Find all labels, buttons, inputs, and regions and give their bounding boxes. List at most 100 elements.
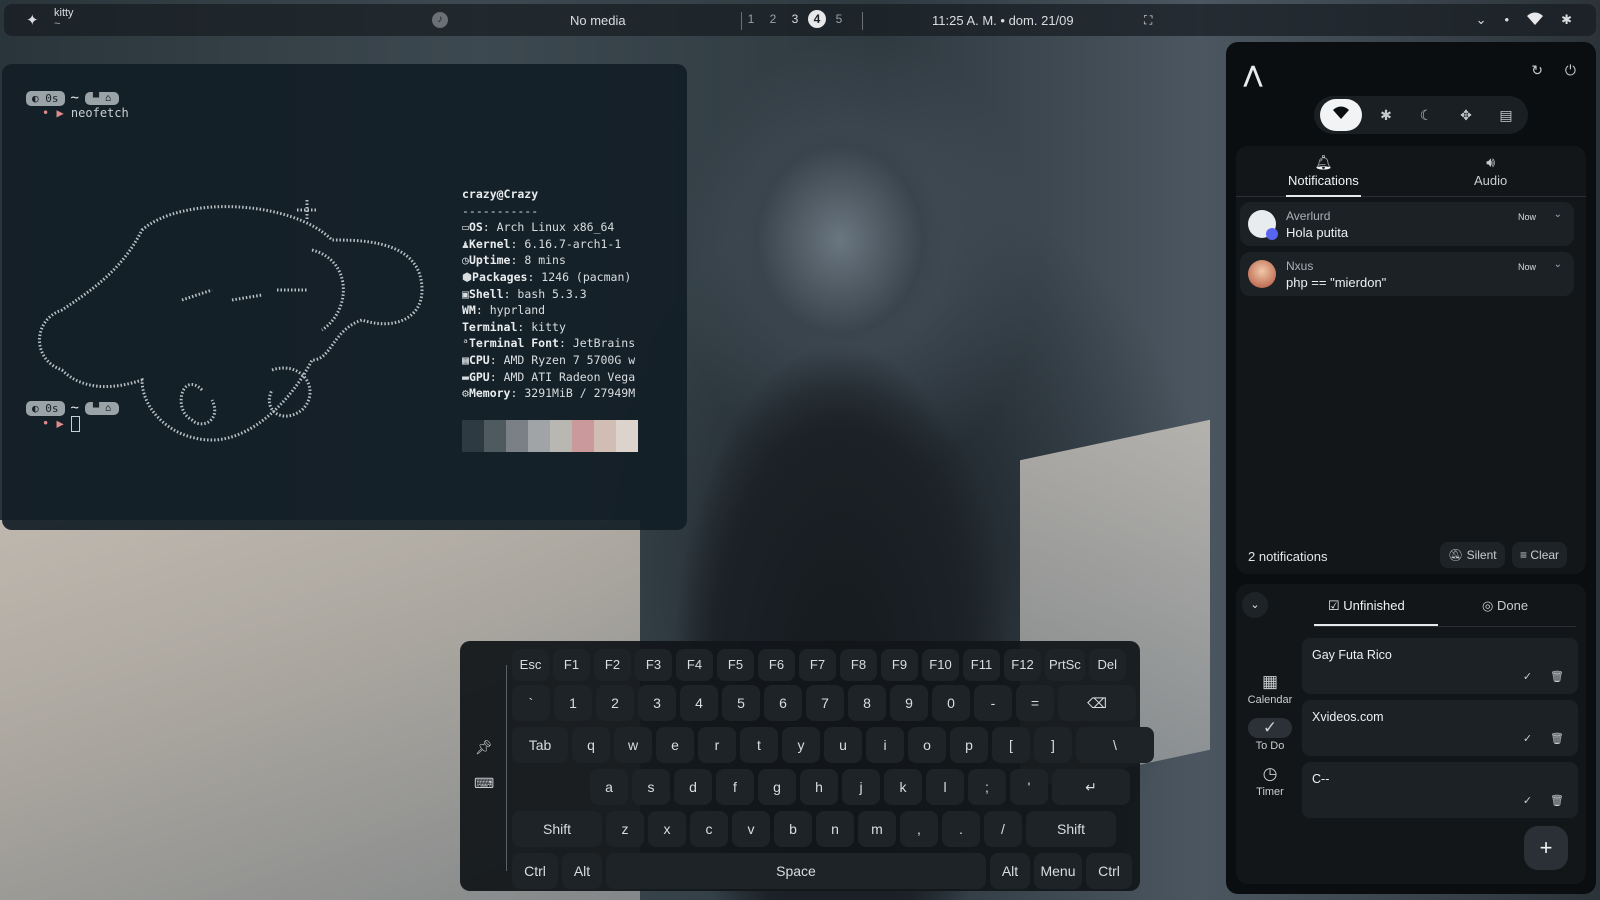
tab-notifications[interactable]: 🔔︎ Notifications [1286,154,1361,197]
clear-button[interactable]: ≡ Clear [1512,542,1568,568]
check-icon[interactable]: ✓ [1523,670,1532,683]
key-special[interactable]: F9 [881,649,918,681]
key-0[interactable]: 0 [932,685,970,721]
key-special[interactable]: ; [968,769,1006,805]
key-z[interactable]: z [606,811,644,847]
key-2[interactable]: 2 [596,685,634,721]
key-9[interactable]: 9 [890,685,928,721]
sparkle-icon[interactable]: ✦ [26,11,39,29]
collapse-chevron-icon[interactable]: ⌄ [1242,592,1268,618]
key-special[interactable]: ] [1034,727,1072,763]
key-special[interactable]: ` [512,685,550,721]
key-special[interactable]: Menu [1034,853,1082,889]
key-e[interactable]: e [656,727,694,763]
key-special[interactable]: Alt [562,853,602,889]
power-icon[interactable]: ⏻ [1565,62,1576,79]
wifi-icon[interactable] [1527,12,1544,29]
key-special[interactable]: Alt [990,853,1030,889]
key-special[interactable]: Ctrl [512,853,558,889]
key-special[interactable]: F6 [758,649,795,681]
key-u[interactable]: u [824,727,862,763]
key-b[interactable]: b [774,811,812,847]
key-k[interactable]: k [884,769,922,805]
music-note-icon[interactable]: ♪ [432,12,448,28]
key-s[interactable]: s [632,769,670,805]
key-special[interactable]: [ [992,727,1030,763]
notification-item[interactable]: Averlurd Hola putita Now ⌄ [1240,202,1574,246]
key-8[interactable]: 8 [848,685,886,721]
pin-icon[interactable]: 📌︎ [474,739,494,756]
keyboard-icon[interactable]: ⌨ [474,775,494,792]
key-special[interactable]: F8 [840,649,877,681]
tab-unfinished[interactable]: ☑ Unfinished [1328,598,1405,614]
workspace-4[interactable]: 4 [808,10,826,28]
key-special[interactable]: F2 [594,649,631,681]
key-6[interactable]: 6 [764,685,802,721]
trash-icon[interactable]: 🗑︎ [1550,670,1564,683]
key-7[interactable]: 7 [806,685,844,721]
key-special[interactable]: PrtSc [1045,649,1085,681]
silent-button[interactable]: 🔕︎ Silent [1440,542,1505,568]
clock[interactable]: 11:25 A. M. • dom. 21/09 [932,13,1074,28]
key-q[interactable]: q [572,727,610,763]
todo-item[interactable]: C-- ✓ 🗑︎ [1302,762,1578,818]
key-d[interactable]: d [674,769,712,805]
key-h[interactable]: h [800,769,838,805]
key-m[interactable]: m [858,811,896,847]
key-t[interactable]: t [740,727,778,763]
arch-logo-icon[interactable]: ⋀ [1244,62,1262,88]
key-g[interactable]: g [758,769,796,805]
key-special[interactable]: F7 [799,649,836,681]
key-w[interactable]: w [614,727,652,763]
wifi-toggle-icon[interactable] [1320,99,1362,131]
key-i[interactable]: i [866,727,904,763]
chevron-down-icon[interactable]: ⌄ [1476,12,1487,29]
tab-audio[interactable]: 🔊︎ Audio [1474,154,1507,188]
key-f[interactable]: f [716,769,754,805]
key-special[interactable]: Shift [512,811,602,847]
command-line-2[interactable]: • ▶ [42,416,80,432]
key-special[interactable]: F12 [1004,649,1041,681]
key-special[interactable]: F4 [676,649,713,681]
key-5[interactable]: 5 [722,685,760,721]
key-special[interactable]: Del [1088,649,1126,681]
key-special[interactable]: = [1016,685,1054,721]
workspace-5[interactable]: 5 [830,10,848,28]
key-special[interactable]: . [942,811,980,847]
clipboard-icon[interactable]: ▤ [1490,99,1522,131]
key-special[interactable]: ' [1010,769,1048,805]
key-1[interactable]: 1 [554,685,592,721]
reload-icon[interactable]: ↻ [1531,62,1543,79]
nav-todo[interactable]: ✓ To Do [1244,718,1296,752]
tab-done[interactable]: ◎ Done [1482,598,1528,614]
key-special[interactable]: / [984,811,1022,847]
notification-item[interactable]: Nxus php == "mierdon" Now ⌄ [1240,252,1574,296]
key-special[interactable]: F1 [553,649,590,681]
workspace-3[interactable]: 3 [786,10,804,28]
fullscreen-icon[interactable]: ⛶ [1144,13,1152,28]
key-v[interactable]: v [732,811,770,847]
workspace-1[interactable]: 1 [742,10,760,28]
key-4[interactable]: 4 [680,685,718,721]
key-special[interactable]: , [900,811,938,847]
key-special[interactable]: ⌫ [1058,685,1136,721]
todo-item[interactable]: Gay Futa Rico ✓ 🗑︎ [1302,638,1578,694]
key-x[interactable]: x [648,811,686,847]
key-n[interactable]: n [816,811,854,847]
workspace-2[interactable]: 2 [764,10,782,28]
key-r[interactable]: r [698,727,736,763]
key-p[interactable]: p [950,727,988,763]
key-j[interactable]: j [842,769,880,805]
key-special[interactable]: F11 [963,649,1000,681]
key-o[interactable]: o [908,727,946,763]
moon-icon[interactable]: ☾ [1410,99,1442,131]
key-y[interactable]: y [782,727,820,763]
key-special[interactable]: - [974,685,1012,721]
add-todo-button[interactable]: + [1524,826,1568,870]
key-special[interactable]: F10 [922,649,959,681]
key-a[interactable]: a [590,769,628,805]
gamepad-icon[interactable]: ✥ [1450,99,1482,131]
key-special[interactable]: Esc [512,649,549,681]
key-special[interactable]: Shift [1026,811,1116,847]
key-special[interactable]: \ [1076,727,1154,763]
